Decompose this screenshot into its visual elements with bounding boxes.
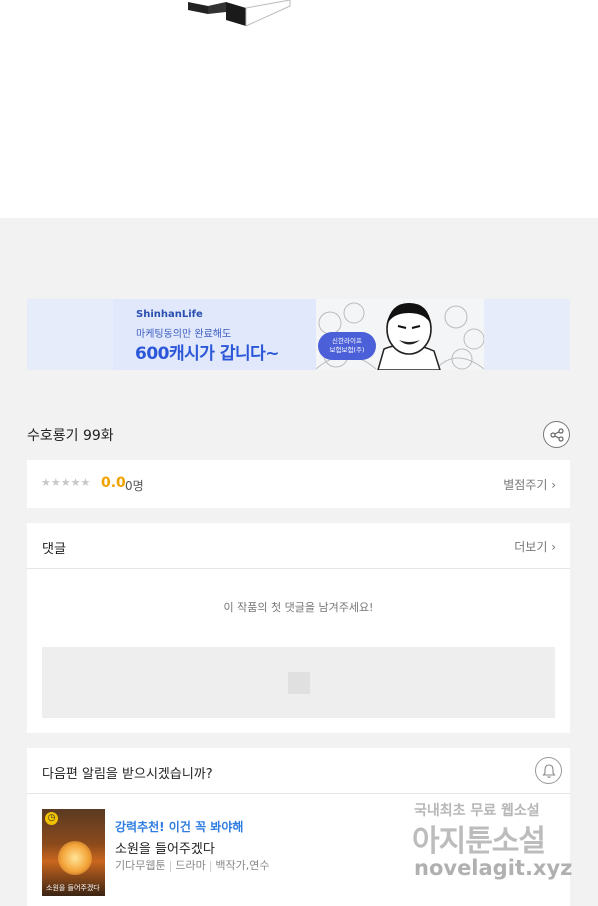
rating-panel: ★★★★★ 0.0 0명 별점주기 › xyxy=(27,460,570,508)
star-rating-icons: ★★★★★ xyxy=(41,476,91,489)
ad-badge: 신한라이프 보험보험(주) xyxy=(318,332,376,360)
ad-subline: 마케팅동의만 완료해도 xyxy=(136,329,232,340)
notify-question: 다음편 알림을 받으시겠습니까? xyxy=(42,767,213,782)
recommendation-tag: 강력추천! 이건 꼭 봐야해 xyxy=(115,820,244,834)
comments-empty-message: 이 작품의 첫 댓글을 남겨주세요! xyxy=(223,601,374,614)
bell-icon xyxy=(542,764,556,778)
recommendation-author: 백작가,연수 xyxy=(215,859,270,872)
recommendation-genre1: 기다무웹툰 xyxy=(115,859,166,872)
thumbnail-glow xyxy=(58,841,92,875)
comments-panel: 댓글 더보기 › 이 작품의 첫 댓글을 남겨주세요! xyxy=(27,523,570,733)
episode-title: 수호룡기 99화 xyxy=(27,428,114,444)
share-icon xyxy=(550,428,564,442)
comments-title: 댓글 xyxy=(42,542,66,557)
ad-badge-line2: 보험보험(주) xyxy=(329,346,365,354)
notify-header: 다음편 알림을 받으시겠습니까? xyxy=(27,748,570,794)
recommendation-item[interactable]: ◷ 소원을 들어주겠다 강력추천! 이건 꼭 봐야해 소원을 들어주겠다 기다무… xyxy=(42,809,555,897)
ad-banner[interactable]: ShinhanLife 마케팅동의만 완료해도 600캐시가 갑니다~ 신한라이… xyxy=(27,299,570,370)
meta-separator: | xyxy=(168,859,173,872)
comment-placeholder-icon xyxy=(288,672,310,694)
share-button[interactable] xyxy=(543,421,570,448)
notify-panel: 다음편 알림을 받으시겠습니까? ◷ 소원을 들어주겠다 강력추천! 이건 꼭 … xyxy=(27,748,570,906)
recommendation-meta: 기다무웹툰 | 드라마 | 백작가,연수 xyxy=(115,857,270,873)
clock-icon: ◷ xyxy=(45,812,58,825)
meta-separator: | xyxy=(208,859,213,872)
comic-panel-end xyxy=(0,0,598,218)
thumbnail-caption: 소원을 들어주겠다 xyxy=(46,884,100,892)
rate-button[interactable]: 별점주기 › xyxy=(503,476,556,493)
notify-bell-button[interactable] xyxy=(535,757,562,784)
recommendation-thumbnail: ◷ 소원을 들어주겠다 xyxy=(42,809,105,896)
rating-score: 0.0 xyxy=(101,475,126,491)
comic-artwork xyxy=(188,0,291,27)
rating-count: 0명 xyxy=(125,479,144,493)
ad-brand-logo: ShinhanLife xyxy=(136,309,203,320)
recommendation-genre2: 드라마 xyxy=(175,859,206,872)
recommendation-title: 소원을 들어주겠다 xyxy=(115,842,215,857)
comment-input[interactable] xyxy=(42,647,555,718)
ad-badge-line1: 신한라이프 xyxy=(332,337,362,345)
ad-headline: 600캐시가 갑니다~ xyxy=(135,344,280,364)
comments-more-link[interactable]: 더보기 › xyxy=(514,538,556,555)
comments-header: 댓글 더보기 › xyxy=(27,523,570,569)
